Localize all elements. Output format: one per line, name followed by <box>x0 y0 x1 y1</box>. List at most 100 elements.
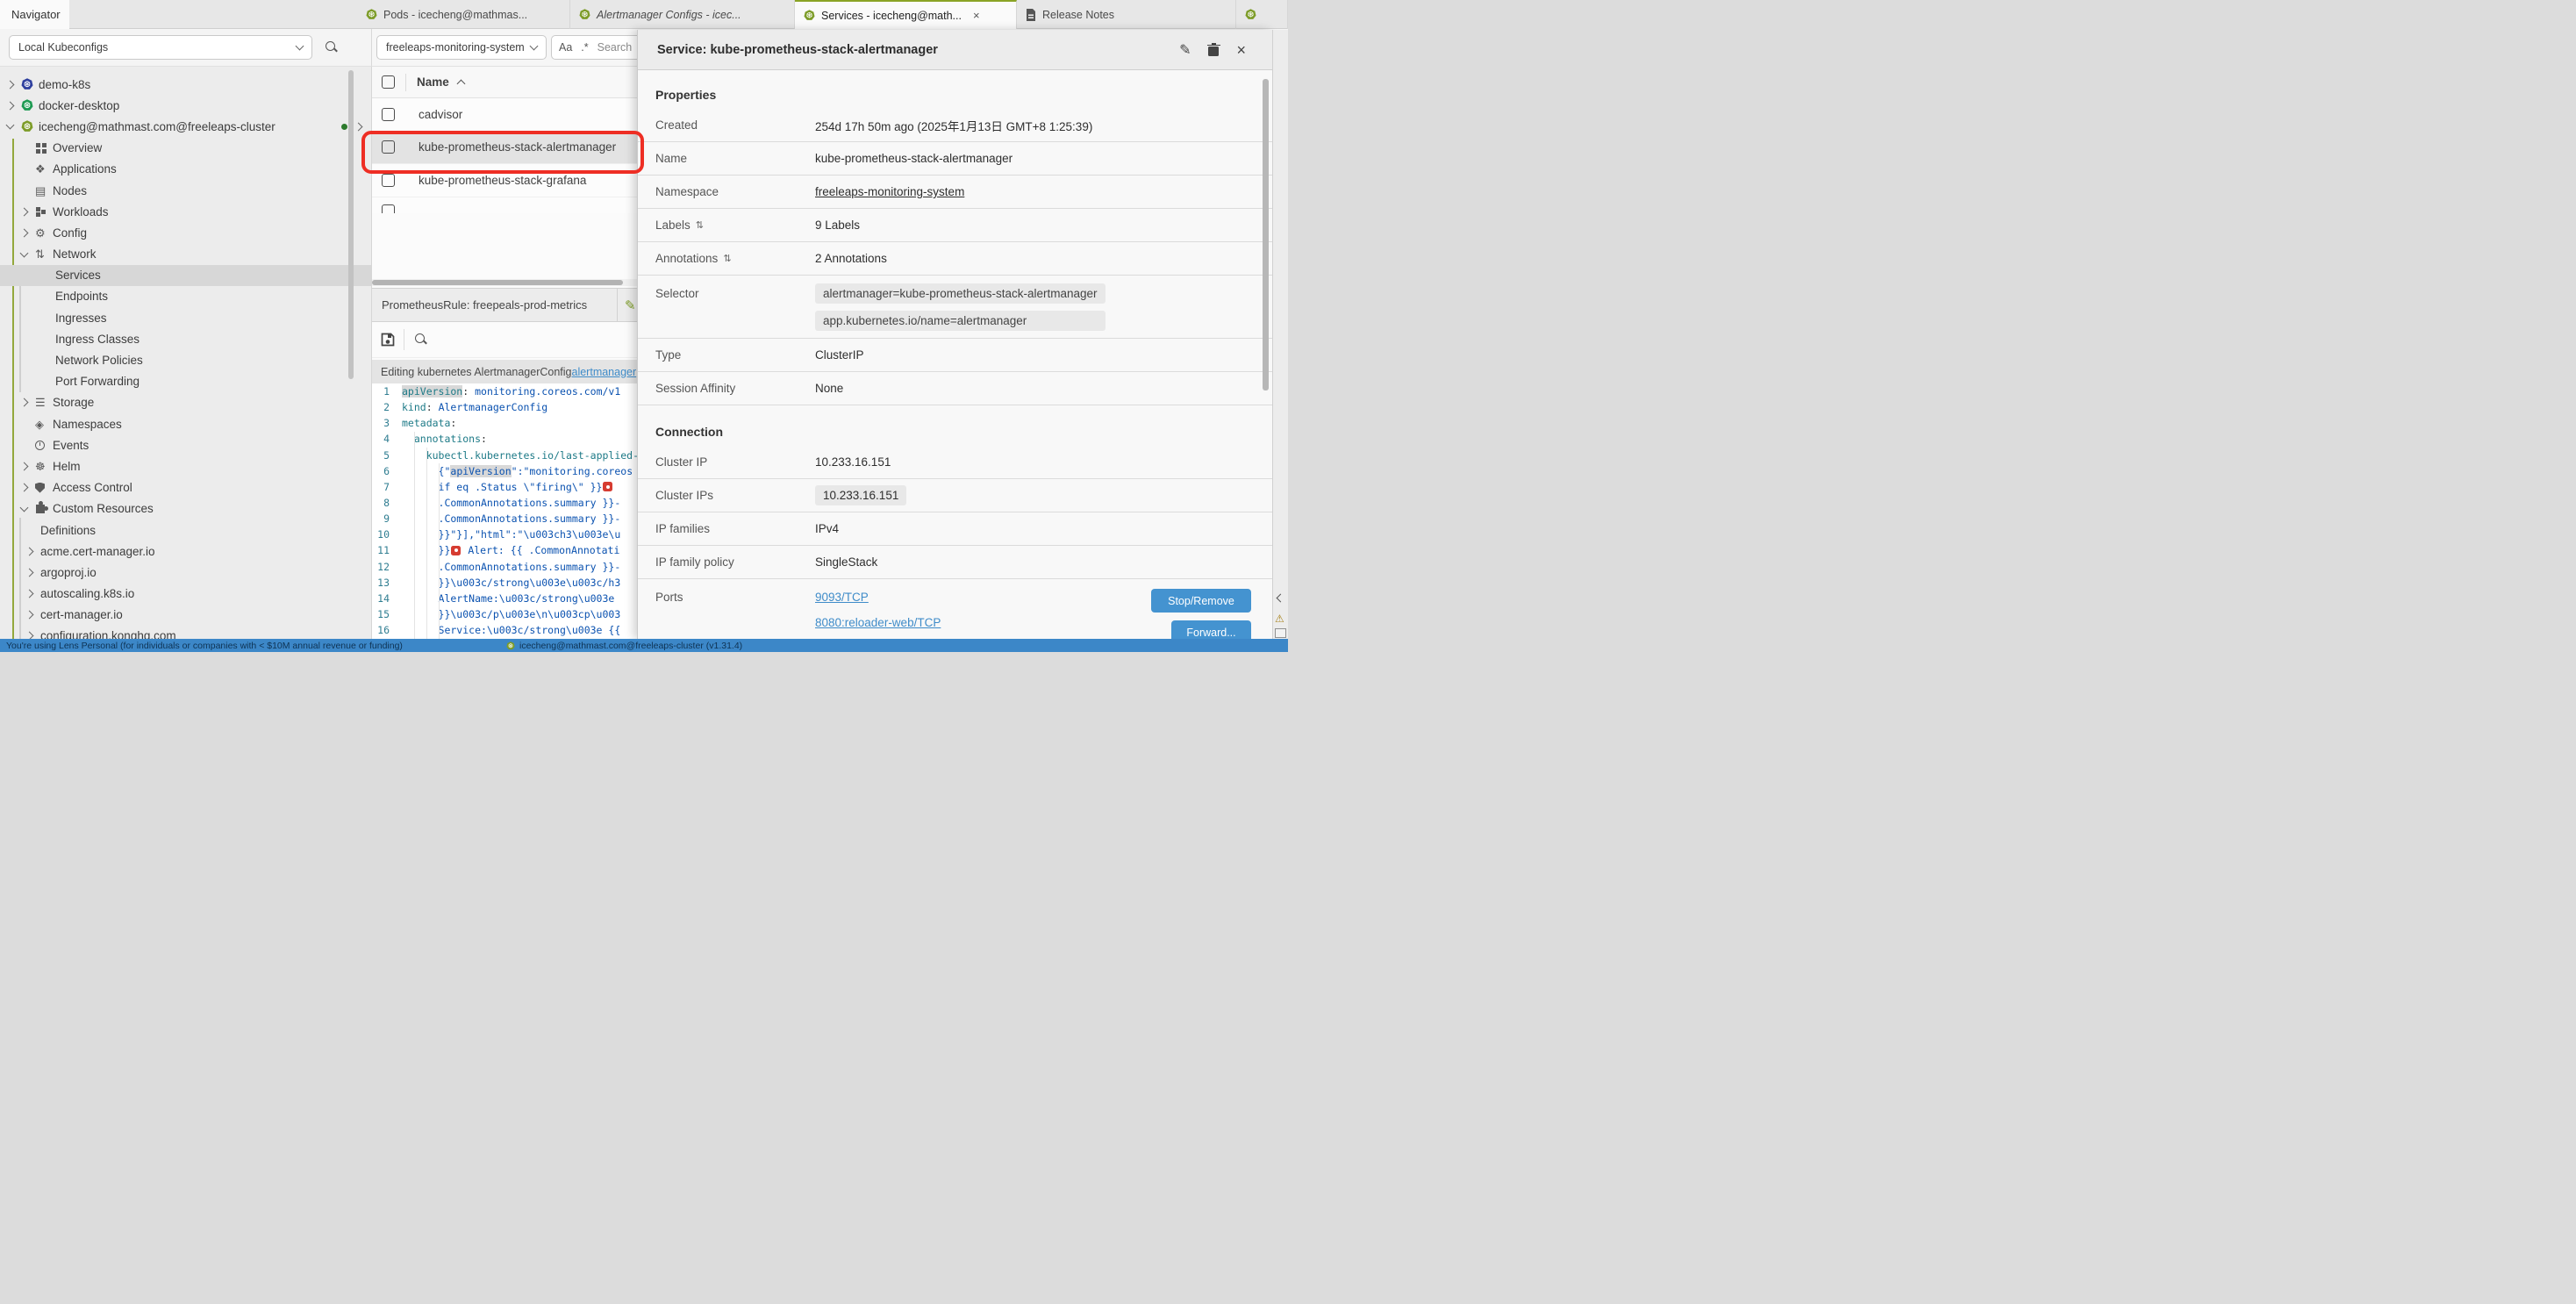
sidebar-item-workloads[interactable]: Workloads <box>0 201 372 222</box>
tab-partial-tab[interactable] <box>1236 0 1288 29</box>
scrollbar-thumb[interactable] <box>372 280 623 285</box>
sidebar-item-storage[interactable]: ☰Storage <box>0 392 372 413</box>
sidebar-item-access-control[interactable]: Access Control <box>0 477 372 498</box>
port-link-8080-reloader-web-tcp[interactable]: 8080:reloader-web/TCP <box>815 616 941 629</box>
port-link-9093-tcp[interactable]: 9093/TCP <box>815 591 941 604</box>
sort-toggle-icon[interactable]: ⇅ <box>696 219 704 231</box>
sidebar-item-namespaces[interactable]: ◈Namespaces <box>0 413 372 434</box>
sort-asc-icon[interactable] <box>456 79 465 88</box>
search-icon[interactable] <box>325 40 339 54</box>
sidebar-item-ingresses[interactable]: Ingresses <box>0 307 372 328</box>
expander[interactable] <box>21 399 35 405</box>
sidebar-item-label: Helm <box>53 460 81 473</box>
tab-services[interactable]: Services - icecheng@math...× <box>795 0 1017 29</box>
sidebar-scrollbar[interactable] <box>348 70 354 379</box>
sidebar-item-nodes[interactable]: ▤Nodes <box>0 180 372 201</box>
sidebar-item-overview[interactable]: Overview <box>0 138 372 159</box>
sidebar-item-label: Storage <box>53 396 94 409</box>
tab-pods[interactable]: Pods - icecheng@mathmas... <box>357 0 570 29</box>
expander[interactable] <box>26 612 40 618</box>
alertmanager-config-link[interactable]: alertmanager <box>572 366 637 378</box>
panel-scrollbar[interactable] <box>1263 79 1269 390</box>
save-icon[interactable] <box>381 333 395 347</box>
kubernetes-icon <box>21 120 39 133</box>
service-row-kube-prometheus-stack-grafana[interactable]: kube-prometheus-stack-grafana <box>372 164 638 197</box>
list-search-input[interactable]: Aa .* Search <box>551 35 638 60</box>
regex-toggle[interactable]: .* <box>581 41 588 54</box>
expander[interactable] <box>26 570 40 576</box>
sidebar-item-config[interactable]: ⚙Config <box>0 222 372 243</box>
prometheus-rule-bar[interactable]: PrometheusRule: freepeals-prod-metrics ✎ <box>372 288 638 322</box>
expander[interactable] <box>21 209 35 215</box>
code-token: : <box>450 417 456 429</box>
applications-icon: ❖ <box>35 163 53 175</box>
navigator-panel-tab[interactable]: Navigator <box>0 0 69 29</box>
line-number: 1 <box>372 385 402 398</box>
sidebar-item-icecheng-mathmast-com-freeleaps-cluster[interactable]: icecheng@mathmast.com@freeleaps-cluster <box>0 116 372 137</box>
line-number: 11 <box>372 544 402 556</box>
sidebar-item-docker-desktop[interactable]: docker-desktop <box>0 95 372 116</box>
match-case-toggle[interactable]: Aa <box>559 41 572 54</box>
expander[interactable] <box>7 125 21 128</box>
service-row-partial[interactable] <box>372 197 638 213</box>
row-checkbox[interactable] <box>382 174 395 187</box>
select-all-checkbox[interactable] <box>382 75 395 89</box>
edit-icon[interactable]: ✎ <box>1179 41 1191 59</box>
code-line: 3metadata: <box>372 415 638 431</box>
sidebar-item-network-policies[interactable]: Network Policies <box>0 349 372 370</box>
chevron-right-icon[interactable] <box>354 123 363 132</box>
sidebar-item-ingress-classes[interactable]: Ingress Classes <box>0 328 372 349</box>
namespace-select[interactable]: freeleaps-monitoring-system <box>376 35 547 60</box>
sidebar-item-endpoints[interactable]: Endpoints <box>0 286 372 307</box>
tab-alertmanager-configs[interactable]: Alertmanager Configs - icec... <box>570 0 795 29</box>
expander[interactable] <box>21 463 35 469</box>
sidebar-item-configuration-konghq-com[interactable]: configuration.konghq.com <box>0 626 372 639</box>
service-row-cadvisor[interactable]: cadvisor <box>372 98 638 132</box>
namespace-link[interactable]: freeleaps-monitoring-system <box>815 185 964 198</box>
row-value: SingleStack <box>815 555 877 569</box>
chevron-left-icon[interactable] <box>1277 594 1285 603</box>
service-row-kube-prometheus-stack-alertmanager[interactable]: kube-prometheus-stack-alertmanager <box>372 132 638 165</box>
expander[interactable] <box>26 548 40 555</box>
kubeconfig-select[interactable]: Local Kubeconfigs <box>9 35 312 60</box>
sidebar-item-custom-resources[interactable]: Custom Resources <box>0 498 372 519</box>
row-checkbox[interactable] <box>382 108 395 121</box>
sidebar-item-argoproj-io[interactable]: argoproj.io <box>0 562 372 583</box>
close-icon[interactable]: × <box>1236 42 1246 58</box>
editor-search-icon[interactable] <box>414 333 428 347</box>
sidebar-item-cert-manager-io[interactable]: cert-manager.io <box>0 605 372 626</box>
line-number: 14 <box>372 592 402 605</box>
tab-release-notes[interactable]: Release Notes <box>1017 0 1236 29</box>
row-checkbox[interactable] <box>382 140 395 154</box>
sidebar-item-acme-cert-manager-io[interactable]: acme.cert-manager.io <box>0 541 372 562</box>
trash-icon[interactable] <box>1208 44 1219 56</box>
row-checkbox[interactable] <box>382 204 395 213</box>
sidebar-item-services[interactable]: Services <box>0 265 372 286</box>
tab-strip: Pods - icecheng@mathmas... Alertmanager … <box>357 0 1288 29</box>
sidebar-item-demo-k8s[interactable]: demo-k8s <box>0 74 372 95</box>
stop-remove-button[interactable]: Stop/Remove <box>1151 589 1251 613</box>
code-token: .CommonAnnotations.summary }}- <box>402 497 620 509</box>
code-token: : <box>426 401 439 413</box>
sidebar-item-autoscaling-k8s-io[interactable]: autoscaling.k8s.io <box>0 584 372 605</box>
horizontal-scrollbar[interactable] <box>372 279 638 286</box>
expander[interactable] <box>21 484 35 491</box>
sidebar-item-network[interactable]: ⇅Network <box>0 244 372 265</box>
tab-close-icon[interactable]: × <box>973 10 980 21</box>
expander[interactable] <box>7 82 21 88</box>
sidebar-item-definitions[interactable]: Definitions <box>0 519 372 541</box>
sidebar-item-helm[interactable]: ☸Helm <box>0 455 372 476</box>
expander[interactable] <box>21 230 35 236</box>
sort-toggle-icon[interactable]: ⇅ <box>723 253 731 264</box>
code-token: ":"monitoring.coreos <box>512 465 633 477</box>
expander[interactable] <box>26 591 40 597</box>
yaml-editor[interactable]: 1apiVersion: monitoring.coreos.com/v12ki… <box>372 383 638 639</box>
edit-pencil-icon[interactable]: ✎ <box>625 297 636 313</box>
expander[interactable] <box>21 507 35 511</box>
expander[interactable] <box>7 103 21 109</box>
expander[interactable] <box>21 253 35 256</box>
sidebar-item-port-forwarding[interactable]: Port Forwarding <box>0 371 372 392</box>
sidebar-item-events[interactable]: Events <box>0 434 372 455</box>
name-column-header[interactable]: Name <box>417 75 449 89</box>
sidebar-item-applications[interactable]: ❖Applications <box>0 159 372 180</box>
